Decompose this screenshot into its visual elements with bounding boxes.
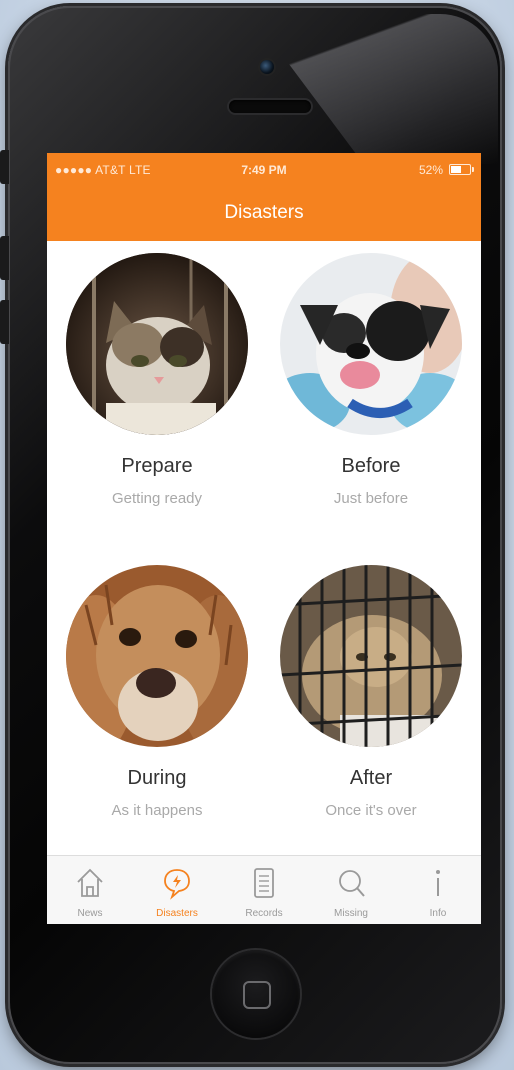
tile-during[interactable]: During As it happens [57, 565, 257, 819]
nav-bar: Disasters [47, 187, 481, 241]
dog-photo [280, 253, 462, 435]
status-bar: ●●●●● AT&T LTE 7:49 PM 52% [47, 153, 481, 187]
tab-label: Records [245, 908, 283, 919]
tile-after[interactable]: After Once it's over [271, 565, 471, 819]
tab-label: News [77, 908, 103, 919]
tile-title: Prepare [121, 455, 193, 477]
tab-label: Info [429, 908, 447, 919]
tab-label: Disasters [156, 908, 198, 919]
tile-prepare[interactable]: Prepare Getting ready [57, 253, 257, 507]
tile-before[interactable]: Before Just before [271, 253, 471, 507]
info-icon [436, 870, 440, 896]
lightning-bubble-icon [164, 869, 190, 900]
tab-missing[interactable]: Missing [308, 856, 394, 924]
tab-records[interactable]: Records [221, 856, 307, 924]
kitten-photo [66, 253, 248, 435]
caged-cat-photo [280, 565, 462, 747]
document-icon [254, 868, 274, 898]
phone-glare [251, 14, 498, 164]
page-title: Disasters [224, 202, 304, 223]
earpiece-speaker [229, 100, 311, 113]
home-icon [77, 868, 103, 897]
tile-subtitle: Once it's over [325, 802, 417, 819]
tile-title: During [127, 767, 187, 789]
app-screen: ●●●●● AT&T LTE 7:49 PM 52% Disasters Pre… [47, 153, 481, 924]
home-button[interactable] [212, 950, 300, 1038]
front-camera [260, 60, 274, 74]
home-square-icon [243, 981, 271, 1009]
tab-label: Missing [334, 908, 368, 919]
tab-disasters[interactable]: Disasters [134, 856, 220, 924]
tile-subtitle: Just before [333, 490, 409, 507]
tile-subtitle: Getting ready [111, 490, 203, 507]
wet-dog-photo [66, 565, 248, 747]
tab-bar: News Disasters Records Missing Info [47, 855, 481, 924]
battery-percent: 52% [418, 163, 443, 177]
mute-switch [0, 150, 9, 184]
search-icon [339, 870, 365, 897]
volume-down-button [0, 300, 9, 344]
tab-info[interactable]: Info [395, 856, 481, 924]
tile-subtitle: As it happens [111, 802, 203, 819]
tile-title: Before [341, 455, 401, 477]
clock: 7:49 PM [241, 163, 287, 177]
tile-title: After [349, 767, 393, 789]
tab-news[interactable]: News [47, 856, 133, 924]
battery-icon [449, 164, 474, 175]
volume-up-button [0, 236, 9, 280]
